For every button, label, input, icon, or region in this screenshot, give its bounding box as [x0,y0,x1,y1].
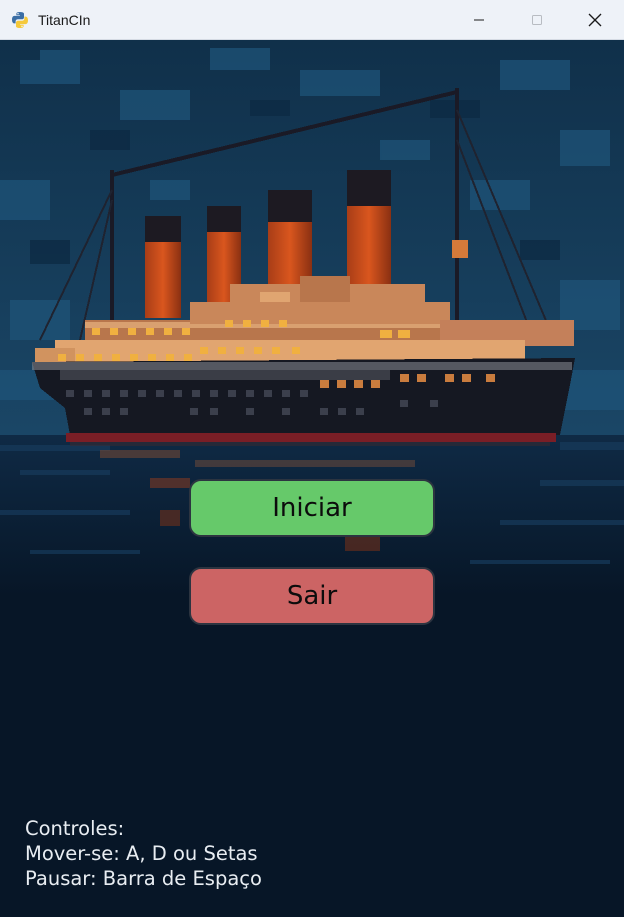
controls-pause-text: Pausar: Barra de Espaço [25,867,262,890]
controls-move-text: Mover-se: A, D ou Setas [25,842,258,865]
quit-button[interactable]: Sair [189,567,435,625]
controls-help: Controles: Mover-se: A, D ou Setas Pausa… [25,816,262,891]
maximize-button[interactable] [508,0,566,40]
controls-heading: Controles: [25,817,125,840]
minimize-icon [474,19,484,21]
title-bar[interactable]: TitanCIn [0,0,624,40]
minimize-button[interactable] [450,0,508,40]
window-title: TitanCIn [38,12,91,28]
start-button[interactable]: Iniciar [189,479,435,537]
close-button[interactable] [566,0,624,40]
maximize-icon [532,15,542,25]
start-button-label: Iniciar [272,493,352,523]
quit-button-label: Sair [286,581,338,611]
close-icon [588,13,602,27]
game-window: TitanCIn Iniciar Sair Controles: Mover-s… [0,0,624,917]
python-logo-icon [12,12,28,28]
